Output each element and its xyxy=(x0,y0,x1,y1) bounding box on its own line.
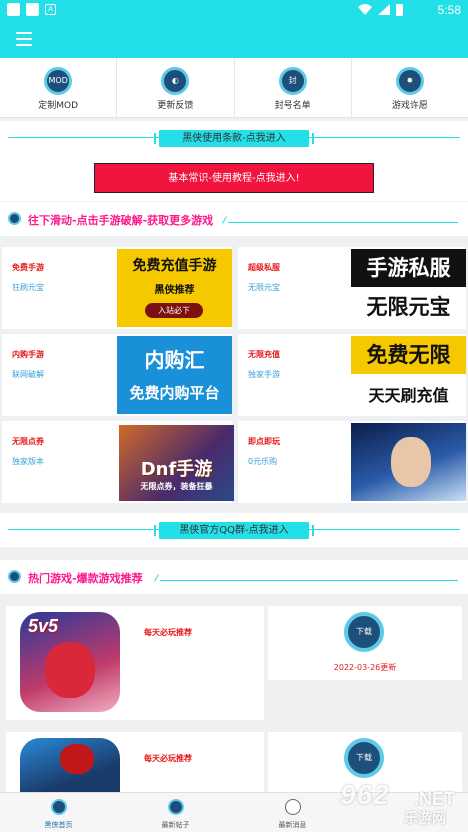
feedback-icon: ◐ xyxy=(161,67,190,95)
game-icon xyxy=(20,738,120,792)
site-watermark: 962 .NET 乐游网 xyxy=(330,775,460,830)
thumb-text: 免费无限 xyxy=(351,336,466,374)
promo-thumbnail: 手游私服 无限元宝 xyxy=(351,249,466,327)
update-date: 2022-03-26更新 xyxy=(333,663,397,672)
tab-latest-posts[interactable]: 最新帖子 xyxy=(117,793,234,832)
quick-nav-label: 游戏许愿 xyxy=(391,101,428,111)
promo-subtitle: 独家手游 xyxy=(248,370,280,379)
game-tag: 每天必玩推荐 xyxy=(144,628,192,637)
promo-title: 即点即玩 xyxy=(248,437,280,446)
app-notification-icon xyxy=(7,3,20,16)
game-icon-label: 5v5 xyxy=(28,616,59,636)
promo-card-iap-games[interactable]: 内购手游 联网破解 内购汇 免费内购平台 xyxy=(2,334,232,416)
promo-title: 内购手游 xyxy=(12,350,44,359)
game-icon: 5v5 xyxy=(20,612,120,712)
game-tag: 每天必玩推荐 xyxy=(144,754,192,763)
a-box-icon: A xyxy=(45,4,56,15)
clock: 5:58 xyxy=(437,3,461,17)
promo-card-unlimited-recharge[interactable]: 无限充值 独家手游 免费无限 天天刷充值 xyxy=(238,334,466,416)
quick-nav-feedback[interactable]: ◐ 更新反馈 xyxy=(117,58,235,117)
promo-card-unlimited-coupons[interactable]: 无限点券 独家版本 Dnf手游 无限点券，装备狂暴 xyxy=(2,421,234,503)
promo-subtitle: 联网破解 xyxy=(12,370,44,379)
promo-thumbnail xyxy=(351,423,466,501)
chat-icon xyxy=(284,799,301,815)
tutorial-button[interactable]: 基本常识-使用教程-点我进入! xyxy=(94,163,374,193)
promo-card-private-server[interactable]: 超级私服 无限元宝 手游私服 无限元宝 xyxy=(238,247,466,329)
section-line xyxy=(160,580,458,581)
thumb-text: 免费充值手游 xyxy=(132,258,217,274)
promo-subtitle: 0元乐购 xyxy=(248,457,278,466)
thumb-text: 天天刷充值 xyxy=(368,386,449,405)
qq-group-divider: 黑侠官方QQ群-点我进入 xyxy=(0,513,468,547)
home-icon xyxy=(50,799,67,815)
promo-card-instant-play[interactable]: 即点即玩 0元乐购 xyxy=(238,421,466,503)
menu-icon[interactable] xyxy=(16,32,32,46)
promo-card-free-games[interactable]: 免费手游 狂刷元宝 免费充值手游 黑侠推荐 入站必下 xyxy=(2,247,232,329)
game-card[interactable]: 5v5 每天必玩推荐 xyxy=(6,606,264,720)
app-notification-icon xyxy=(26,3,39,16)
download-button[interactable]: 下载 xyxy=(344,612,384,652)
thumb-text: 黑侠推荐 xyxy=(154,285,195,296)
wifi-icon xyxy=(358,4,372,15)
section-title: 往下滑动-点击手游破解-获取更多游戏 xyxy=(28,214,214,227)
watermark-number: 962 xyxy=(340,779,390,810)
tab-label: 黑侠首页 xyxy=(44,821,73,829)
promo-subtitle: 独家版本 xyxy=(12,457,44,466)
quick-nav-label: 封号名单 xyxy=(274,101,311,111)
thumb-text: Dnf手游 xyxy=(140,459,213,480)
promo-title: 无限充值 xyxy=(248,350,280,359)
download-button[interactable]: 下载 xyxy=(344,738,384,778)
thumb-text: 无限点券，装备狂暴 xyxy=(140,482,213,491)
section-icon xyxy=(8,212,21,225)
section-line xyxy=(228,222,458,223)
thumb-badge: 入站必下 xyxy=(145,303,203,318)
quick-nav-label: 定制MOD xyxy=(38,101,79,111)
signal-icon xyxy=(378,4,390,15)
system-indicators xyxy=(358,4,403,16)
promo-subtitle: 狂刷元宝 xyxy=(12,283,44,292)
ban-list-icon: 封 xyxy=(278,67,307,95)
watermark-text: 乐游网 xyxy=(404,811,446,827)
promo-thumbnail: 免费充值手游 黑侠推荐 入站必下 xyxy=(117,249,232,327)
promo-title: 超级私服 xyxy=(248,263,280,272)
battery-icon xyxy=(396,4,403,16)
section-header-crack-games: 往下滑动-点击手游破解-获取更多游戏 xyxy=(0,202,468,236)
thumb-text: 无限元宝 xyxy=(366,295,451,319)
thumb-text: 免费内购平台 xyxy=(129,384,220,402)
promo-title: 无限点券 xyxy=(12,437,44,446)
section-title: 热门游戏-爆款游戏推荐 xyxy=(28,572,143,585)
promo-thumbnail: Dnf手游 无限点券，装备狂暴 xyxy=(119,425,234,501)
promo-thumbnail: 内购汇 免费内购平台 xyxy=(117,336,232,414)
quick-nav-label: 更新反馈 xyxy=(157,101,194,111)
hero-art xyxy=(60,744,94,774)
qq-group-link[interactable]: 黑侠官方QQ群-点我进入 xyxy=(154,522,314,539)
promo-subtitle: 无限元宝 xyxy=(248,283,280,292)
thumb-text: 内购汇 xyxy=(144,348,205,372)
tab-home[interactable]: 黑侠首页 xyxy=(0,793,117,832)
promo-thumbnail: 免费无限 天天刷充值 xyxy=(351,336,466,414)
promo-title: 免费手游 xyxy=(12,263,44,272)
section-header-hot-games: 热门游戏-爆款游戏推荐 xyxy=(0,560,468,594)
posts-icon xyxy=(167,799,184,815)
wish-icon: ✸ xyxy=(395,67,424,95)
game-card[interactable]: 每天必玩推荐 xyxy=(6,732,264,792)
terms-divider: 黑侠使用条款-点我进入 xyxy=(0,121,468,155)
app-bar xyxy=(0,20,468,58)
quick-nav-ban-list[interactable]: 封 封号名单 xyxy=(235,58,352,117)
watermark-net: .NET xyxy=(414,789,456,809)
mod-icon: MOD xyxy=(44,67,73,95)
quick-nav: MOD 定制MOD ◐ 更新反馈 封 封号名单 ✸ 游戏许愿 xyxy=(0,58,468,118)
quick-nav-custom-mod[interactable]: MOD 定制MOD xyxy=(0,58,118,117)
download-card: 下载 2022-03-26更新 xyxy=(268,606,462,680)
hero-art xyxy=(391,437,431,487)
quick-nav-wish[interactable]: ✸ 游戏许愿 xyxy=(352,58,468,117)
hero-art xyxy=(45,642,95,698)
terms-link[interactable]: 黑侠使用条款-点我进入 xyxy=(154,130,314,147)
thumb-text: 手游私服 xyxy=(351,249,466,287)
promo-grid: 免费手游 狂刷元宝 免费充值手游 黑侠推荐 入站必下 超级私服 无限元宝 手游私… xyxy=(0,243,468,508)
section-icon xyxy=(8,570,21,583)
tab-label: 最新帖子 xyxy=(161,821,190,829)
status-bar: A 5:58 xyxy=(0,0,468,20)
